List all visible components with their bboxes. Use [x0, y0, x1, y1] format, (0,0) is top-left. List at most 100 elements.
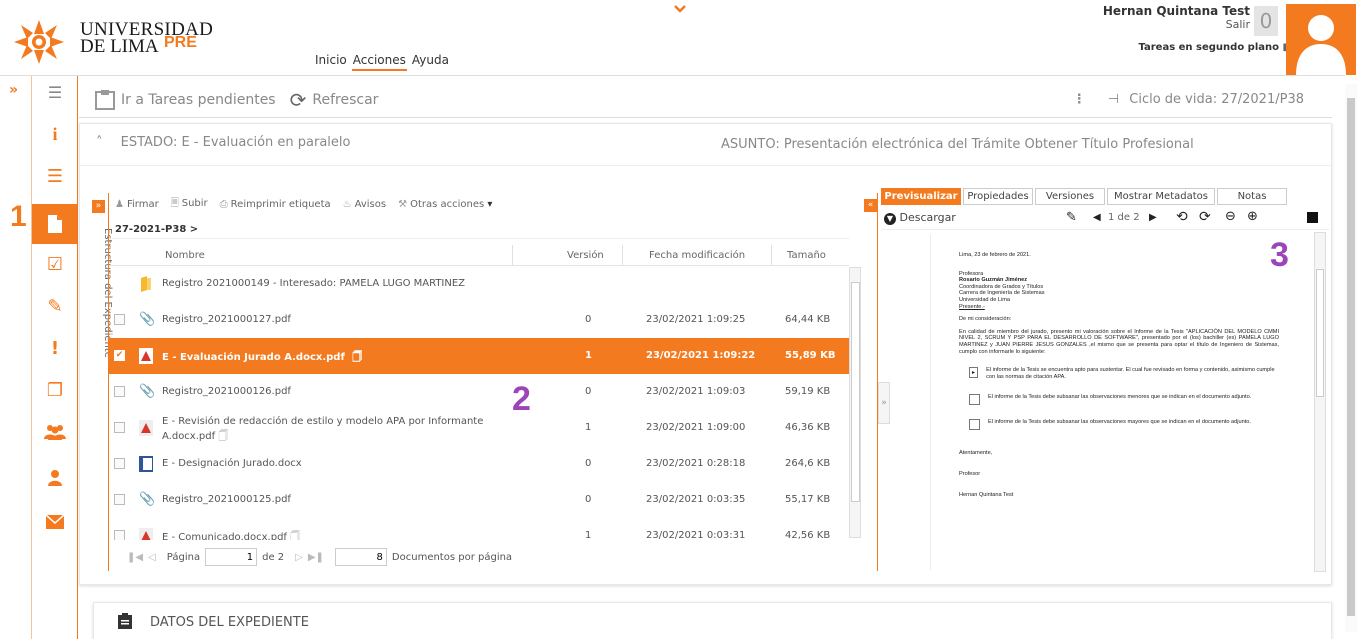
reprint-label: Reimprimir etiqueta: [230, 199, 331, 210]
letter-date: Lima, 23 de febrero de 2021.: [959, 252, 1031, 258]
top-nav: Inicio Acciones Ayuda: [314, 53, 450, 71]
collapse-preview-button[interactable]: «: [864, 199, 877, 212]
row-checkbox-checked[interactable]: ✔: [114, 350, 125, 361]
kebab-menu-icon[interactable]: ⋮: [1073, 92, 1086, 107]
other-actions-button[interactable]: ⚒ Otras acciones ▾: [398, 199, 492, 210]
sign-button[interactable]: ♟ Firmar: [115, 199, 159, 210]
row-name: Registro_2021000125.pdf: [162, 494, 291, 505]
row-checkbox[interactable]: [114, 530, 125, 540]
table-row[interactable]: 📎 Registro_2021000125.pdf 0 23/02/2021 0…: [109, 482, 849, 518]
background-tasks-link[interactable]: Tareas en segundo plano ▮: [1138, 42, 1288, 53]
page-scrollbar[interactable]: [1345, 84, 1357, 632]
university-logo-icon: [14, 20, 64, 64]
pdf-scrollbar[interactable]: [1314, 232, 1326, 572]
table-row[interactable]: Registro 2021000149 - Interesado: PAMELA…: [109, 266, 849, 302]
pdf-page: Lima, 23 de febrero de 2021. Profesora R…: [959, 252, 1279, 498]
estado-label: ESTADO: E - Evaluación en paralelo: [120, 135, 351, 150]
alerts-label: Avisos: [354, 199, 387, 210]
option-checkbox: [969, 419, 980, 431]
upload-button[interactable]: 🗏 Subir: [171, 196, 208, 213]
page-label: Página: [166, 551, 201, 563]
expand-structure-button[interactable]: »: [92, 200, 105, 213]
row-checkbox[interactable]: [114, 314, 125, 325]
user-silhouette-icon: [1296, 15, 1346, 75]
refresh-button[interactable]: ⟳ Refrescar: [290, 88, 379, 112]
list-icon[interactable]: ☰: [32, 158, 78, 194]
info-icon[interactable]: i: [32, 116, 78, 152]
breadcrumb[interactable]: 27-2021-P38 >: [115, 224, 198, 235]
chevron-down-icon[interactable]: [673, 4, 687, 14]
download-icon: ▼: [884, 213, 896, 225]
prev-page-icon[interactable]: ◁: [148, 552, 156, 563]
option-checkbox-checked: ▸: [969, 367, 979, 379]
signed-doc-icon: 🗍: [290, 532, 301, 540]
expand-icon[interactable]: »: [9, 82, 18, 98]
row-date: 23/02/2021 0:03:35: [646, 494, 746, 505]
preview-toolbar: ▼ Descargar ✎ ◀ 1 de 2 ▶ ⟲ ⟳ ⊖ ⊕: [881, 208, 1329, 230]
tab-notas[interactable]: Notas: [1217, 188, 1287, 205]
rotate-left-icon[interactable]: ⟲: [1176, 209, 1188, 225]
fullscreen-icon[interactable]: [1307, 212, 1318, 223]
nav-ayuda[interactable]: Ayuda: [411, 53, 450, 71]
per-page-input[interactable]: [334, 548, 387, 566]
signed-doc-icon: 🗍: [352, 352, 363, 363]
hamburger-icon[interactable]: ☰: [32, 74, 78, 110]
scrollbar-thumb[interactable]: [1347, 98, 1355, 616]
estado-header[interactable]: ˄ ESTADO: E - Evaluación en paralelo: [96, 135, 350, 150]
col-header-version[interactable]: Versión: [567, 250, 604, 261]
letter-to-line: Universidad de Lima: [959, 296, 1010, 303]
tab-metadatos[interactable]: Mostrar Metadatos: [1107, 188, 1215, 205]
table-row[interactable]: E - Revisión de redacción de estilo y mo…: [109, 410, 849, 446]
next-pdf-page-icon[interactable]: ▶: [1149, 212, 1157, 223]
col-header-name[interactable]: Nombre: [165, 250, 205, 261]
tab-propiedades[interactable]: Propiedades: [963, 188, 1033, 205]
table-row[interactable]: E - Designación Jurado.docx 0 23/02/2021…: [109, 446, 849, 482]
download-button[interactable]: ▼ Descargar: [884, 211, 956, 225]
table-row[interactable]: E - Comunicado.docx.pdf 🗍 1 23/02/2021 0…: [109, 518, 849, 540]
tab-previsualizar[interactable]: Previsualizar: [881, 188, 961, 205]
scrollbar-thumb[interactable]: [1316, 269, 1324, 397]
checkbox-icon[interactable]: ☑: [32, 246, 78, 282]
alerts-button[interactable]: ♨ Avisos: [343, 199, 386, 210]
first-page-icon[interactable]: ❚◀: [127, 552, 143, 563]
logout-link[interactable]: Salir: [1226, 18, 1250, 31]
scrollbar-thumb[interactable]: [851, 282, 860, 502]
per-page-label: Documentos por página: [391, 551, 513, 563]
prev-pdf-page-icon[interactable]: ◀: [1093, 212, 1101, 223]
alert-icon[interactable]: !: [32, 330, 78, 366]
pending-tasks-button[interactable]: Ir a Tareas pendientes: [95, 90, 276, 110]
table-row-selected[interactable]: ✔ E - Evaluación Jurado A.docx.pdf 🗍 1 2…: [109, 338, 849, 374]
zoom-in-icon[interactable]: ⊕: [1247, 209, 1258, 224]
table-row[interactable]: 📎 Registro_2021000126.pdf 0 23/02/2021 1…: [109, 374, 849, 410]
table-row[interactable]: 📎 Registro_2021000127.pdf 0 23/02/2021 1…: [109, 302, 849, 338]
pdf-preview[interactable]: Lima, 23 de febrero de 2021. Profesora R…: [930, 234, 1315, 570]
resize-handle[interactable]: »: [878, 382, 890, 424]
nav-inicio[interactable]: Inicio: [314, 53, 348, 71]
zoom-out-icon[interactable]: ⊖: [1225, 209, 1236, 224]
envelope-icon[interactable]: [32, 504, 78, 540]
page-input[interactable]: [205, 548, 258, 566]
next-page-icon[interactable]: ▷: [295, 552, 303, 563]
row-checkbox[interactable]: [114, 422, 125, 433]
document-icon[interactable]: [32, 204, 78, 244]
col-header-size[interactable]: Tamaño: [787, 250, 826, 261]
annotate-pen-icon[interactable]: ✎: [1066, 210, 1077, 225]
avatar[interactable]: [1286, 4, 1356, 75]
col-header-date[interactable]: Fecha modificación: [649, 250, 745, 261]
tab-versiones[interactable]: Versiones: [1035, 188, 1105, 205]
pencil-icon[interactable]: ✎: [32, 288, 78, 324]
copy-icon[interactable]: ❐: [32, 372, 78, 408]
col-separator: [512, 245, 513, 265]
task-count-badge[interactable]: 0: [1254, 6, 1278, 36]
table-scrollbar[interactable]: [849, 267, 861, 538]
nav-acciones[interactable]: Acciones: [351, 53, 407, 71]
reprint-label-button[interactable]: ⎙ Reimprimir etiqueta: [220, 199, 331, 210]
last-page-icon[interactable]: ▶❚: [308, 552, 324, 563]
group-icon[interactable]: [32, 414, 78, 450]
asunto-label: ASUNTO: Presentación electrónica del Trá…: [721, 137, 1194, 152]
person-icon[interactable]: [32, 460, 78, 496]
row-checkbox[interactable]: [114, 458, 125, 469]
row-checkbox[interactable]: [114, 386, 125, 397]
rotate-right-icon[interactable]: ⟳: [1199, 209, 1211, 225]
row-checkbox[interactable]: [114, 494, 125, 505]
